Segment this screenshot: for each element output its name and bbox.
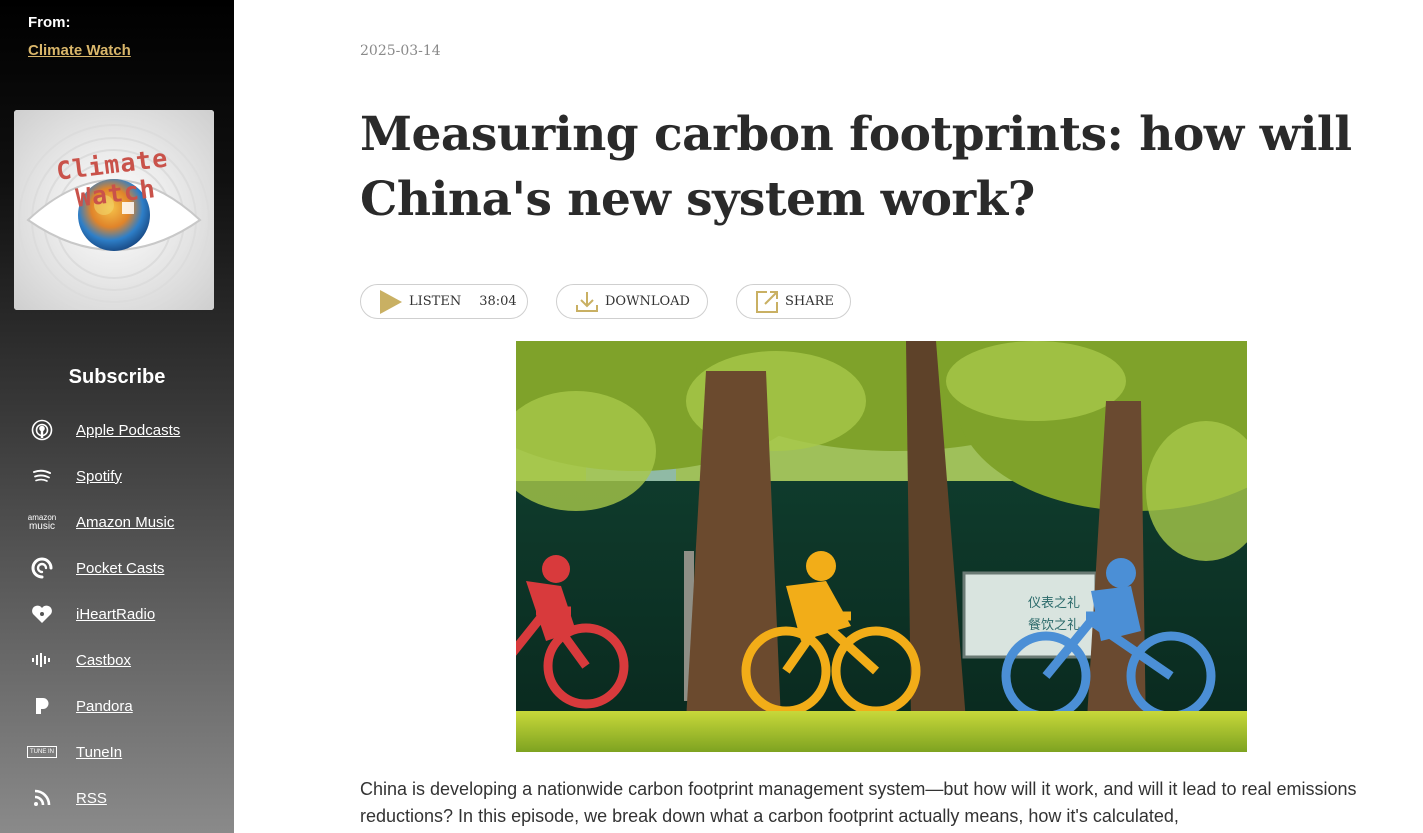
- pocket-casts-icon: [26, 553, 58, 583]
- spotify-icon: [26, 461, 58, 491]
- sign-line-1: 仪表之礼: [1028, 595, 1080, 611]
- tunein-icon: TUNE IN: [26, 737, 58, 767]
- listen-label: LISTEN: [409, 294, 462, 309]
- episode-duration: 38:04: [479, 294, 517, 309]
- share-button[interactable]: SHARE: [736, 284, 851, 319]
- subscribe-pocket-casts[interactable]: Pocket Casts: [26, 553, 164, 583]
- music-icon-text: music: [28, 521, 56, 532]
- subscribe-label: RSS: [76, 789, 107, 807]
- article-hero-image: 仪表之礼 餐饮之礼: [516, 341, 1247, 752]
- play-icon: [379, 289, 403, 315]
- subscribe-spotify[interactable]: Spotify: [26, 461, 122, 491]
- share-icon: [755, 290, 779, 314]
- subscribe-apple-podcasts[interactable]: Apple Podcasts: [26, 415, 180, 445]
- subscribe-label: Pocket Casts: [76, 559, 165, 577]
- download-label: DOWNLOAD: [605, 294, 690, 309]
- tunein-icon-text: TUNE IN: [27, 746, 57, 758]
- subscribe-iheartradio[interactable]: iHeartRadio: [26, 599, 155, 629]
- iheartradio-icon: [26, 599, 58, 629]
- subscribe-amazon-music[interactable]: amazon music Amazon Music: [26, 507, 175, 537]
- podcast-source-link[interactable]: Climate Watch: [28, 42, 131, 59]
- subscribe-label: TuneIn: [76, 743, 123, 761]
- subscribe-heading: Subscribe: [68, 366, 166, 388]
- share-label: SHARE: [785, 294, 834, 309]
- subscribe-rss[interactable]: RSS: [26, 783, 107, 813]
- download-button[interactable]: DOWNLOAD: [556, 284, 708, 319]
- publish-date: 2025-03-14: [360, 43, 441, 59]
- download-icon: [575, 291, 599, 313]
- subscribe-label: Amazon Music: [76, 513, 175, 531]
- sidebar: From: Climate Watch Climate Watch Subscr…: [0, 0, 234, 833]
- subscribe-castbox[interactable]: Castbox: [26, 645, 131, 675]
- pandora-icon: [26, 691, 58, 721]
- from-label: From:: [28, 14, 71, 31]
- castbox-icon: [26, 645, 58, 675]
- article-main: 2025-03-14 Measuring carbon footprints: …: [234, 0, 1423, 833]
- article-title: Measuring carbon footprints: how will Ch…: [360, 107, 1352, 227]
- subscribe-tunein[interactable]: TUNE IN TuneIn: [26, 737, 122, 767]
- rss-icon: [26, 783, 58, 813]
- subscribe-pandora[interactable]: Pandora: [26, 691, 133, 721]
- apple-podcasts-icon: [26, 415, 58, 445]
- subscribe-label: Pandora: [76, 697, 133, 715]
- subscribe-label: iHeartRadio: [76, 605, 156, 623]
- podcast-cover-image[interactable]: Climate Watch: [14, 110, 214, 310]
- subscribe-label: Castbox: [76, 651, 132, 669]
- sign-line-2: 餐饮之礼: [1028, 617, 1080, 633]
- article-intro: China is developing a nationwide carbon …: [360, 779, 1357, 826]
- subscribe-label: Spotify: [76, 467, 122, 485]
- amazon-music-icon: amazon music: [26, 507, 58, 537]
- subscribe-label: Apple Podcasts: [76, 421, 181, 439]
- listen-button[interactable]: LISTEN 38:04: [360, 284, 528, 319]
